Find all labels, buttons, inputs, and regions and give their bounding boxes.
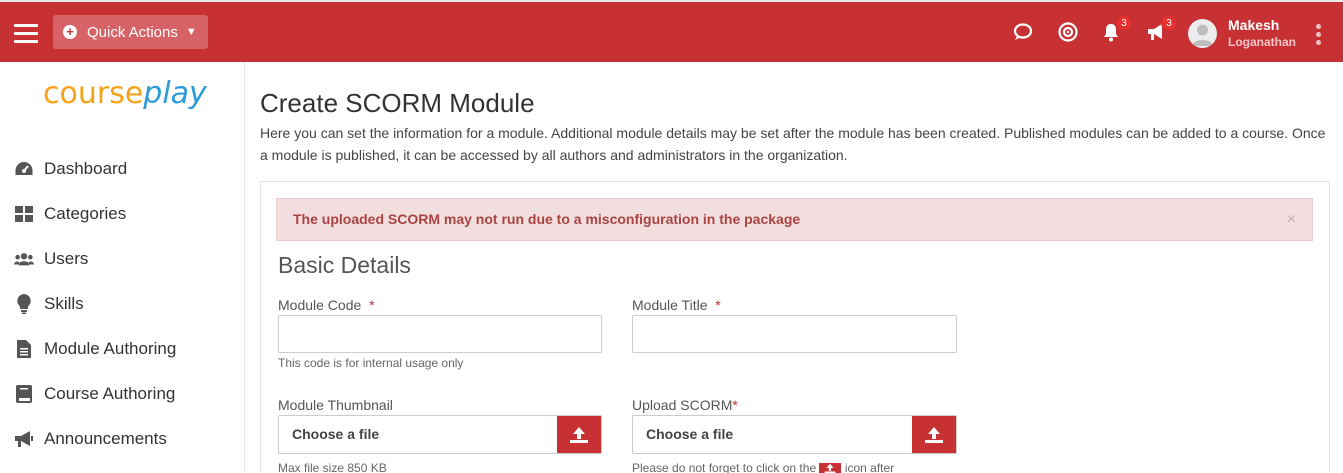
chat-icon[interactable] xyxy=(1012,21,1036,45)
sidebar-item-categories[interactable]: Categories xyxy=(14,200,126,228)
megaphone-icon xyxy=(14,429,34,449)
thumbnail-choose-text: Choose a file xyxy=(292,426,380,442)
book-icon xyxy=(14,384,34,404)
lightbulb-icon xyxy=(14,294,34,314)
upload-help-suffix: icon after xyxy=(844,461,895,473)
sidebar-item-label: Skills xyxy=(44,294,84,313)
grid-icon xyxy=(14,204,34,224)
upload-help-prefix: Please do not forget to click on the xyxy=(632,461,817,473)
sidebar-item-dashboard[interactable]: Dashboard xyxy=(14,155,127,183)
sidebar-item-skills[interactable]: Skills xyxy=(14,290,84,318)
required-mark: * xyxy=(369,297,375,313)
upload-scorm-label-text: Upload SCORM xyxy=(632,397,733,413)
upload-icon xyxy=(819,463,842,473)
sidebar-item-label: Dashboard xyxy=(44,159,128,178)
module-title-label-text: Module Title xyxy=(632,297,708,313)
top-bar: + Quick Actions ▼ 3 3 Makesh Loganathan xyxy=(0,0,1343,62)
quick-actions-label: Quick Actions xyxy=(87,23,178,41)
sidebar-item-label: Users xyxy=(44,249,89,268)
document-icon xyxy=(14,339,34,359)
upload-scorm-label: Upload SCORM* xyxy=(632,397,738,413)
sidebar-item-announcements[interactable]: Announcements xyxy=(14,425,167,453)
sidebar-item-label: Course Authoring xyxy=(44,384,176,403)
logo-text-play: play xyxy=(143,76,207,111)
module-code-help: This code is for internal usage only xyxy=(278,356,464,370)
avatar[interactable] xyxy=(1188,19,1217,48)
megaphone-icon[interactable]: 3 xyxy=(1145,15,1177,45)
error-alert: The uploaded SCORM may not run due to a … xyxy=(276,198,1313,241)
alert-message: The uploaded SCORM may not run due to a … xyxy=(293,211,801,227)
menu-icon[interactable] xyxy=(14,24,38,44)
required-mark: * xyxy=(732,397,738,413)
module-title-label: Module Title * xyxy=(632,297,721,313)
sidebar-item-module-authoring[interactable]: Module Authoring xyxy=(14,335,176,363)
thumbnail-label: Module Thumbnail xyxy=(278,397,393,413)
upload-icon[interactable] xyxy=(557,416,601,453)
close-icon[interactable]: × xyxy=(1287,199,1296,240)
user-first-name[interactable]: Makesh xyxy=(1228,17,1279,33)
module-code-input[interactable] xyxy=(278,315,602,353)
plus-icon: + xyxy=(63,25,77,39)
sidebar-item-label: Module Authoring xyxy=(44,339,177,358)
upload-icon[interactable] xyxy=(912,416,956,453)
module-title-input[interactable] xyxy=(632,315,957,353)
page-description: Here you can set the information for a m… xyxy=(260,125,1326,163)
sidebar-item-users[interactable]: Users xyxy=(14,245,88,273)
users-icon xyxy=(14,249,34,269)
announcements-badge: 3 xyxy=(1161,15,1177,31)
dashboard-icon xyxy=(14,159,34,179)
required-mark: * xyxy=(715,297,721,313)
sidebar-item-label: Announcements xyxy=(44,429,167,448)
courseplay-logo[interactable]: courseplay xyxy=(43,76,207,111)
sidebar-item-label: Categories xyxy=(44,204,127,223)
quick-actions-button[interactable]: + Quick Actions ▼ xyxy=(53,15,208,49)
more-options-icon[interactable] xyxy=(1316,24,1322,48)
upload-choose-text: Choose a file xyxy=(646,426,734,442)
chevron-down-icon: ▼ xyxy=(185,26,197,38)
logo-text-course: course xyxy=(43,76,144,111)
section-title: Basic Details xyxy=(278,252,411,278)
target-icon[interactable] xyxy=(1057,21,1081,45)
user-last-name[interactable]: Loganathan xyxy=(1228,35,1296,49)
upload-scorm-help: Please do not forget to click on the ico… xyxy=(632,461,894,473)
module-code-label-text: Module Code xyxy=(278,297,362,313)
notifications-badge: 3 xyxy=(1116,15,1132,31)
upload-scorm-file-input[interactable]: Choose a file xyxy=(632,415,957,454)
page-title: Create SCORM Module xyxy=(260,88,535,118)
bell-icon[interactable]: 3 xyxy=(1100,15,1132,45)
module-code-label: Module Code * xyxy=(278,297,375,313)
sidebar-item-course-authoring[interactable]: Course Authoring xyxy=(14,380,175,408)
thumbnail-help: Max file size 850 KB xyxy=(278,461,387,473)
thumbnail-file-input[interactable]: Choose a file xyxy=(278,415,602,454)
